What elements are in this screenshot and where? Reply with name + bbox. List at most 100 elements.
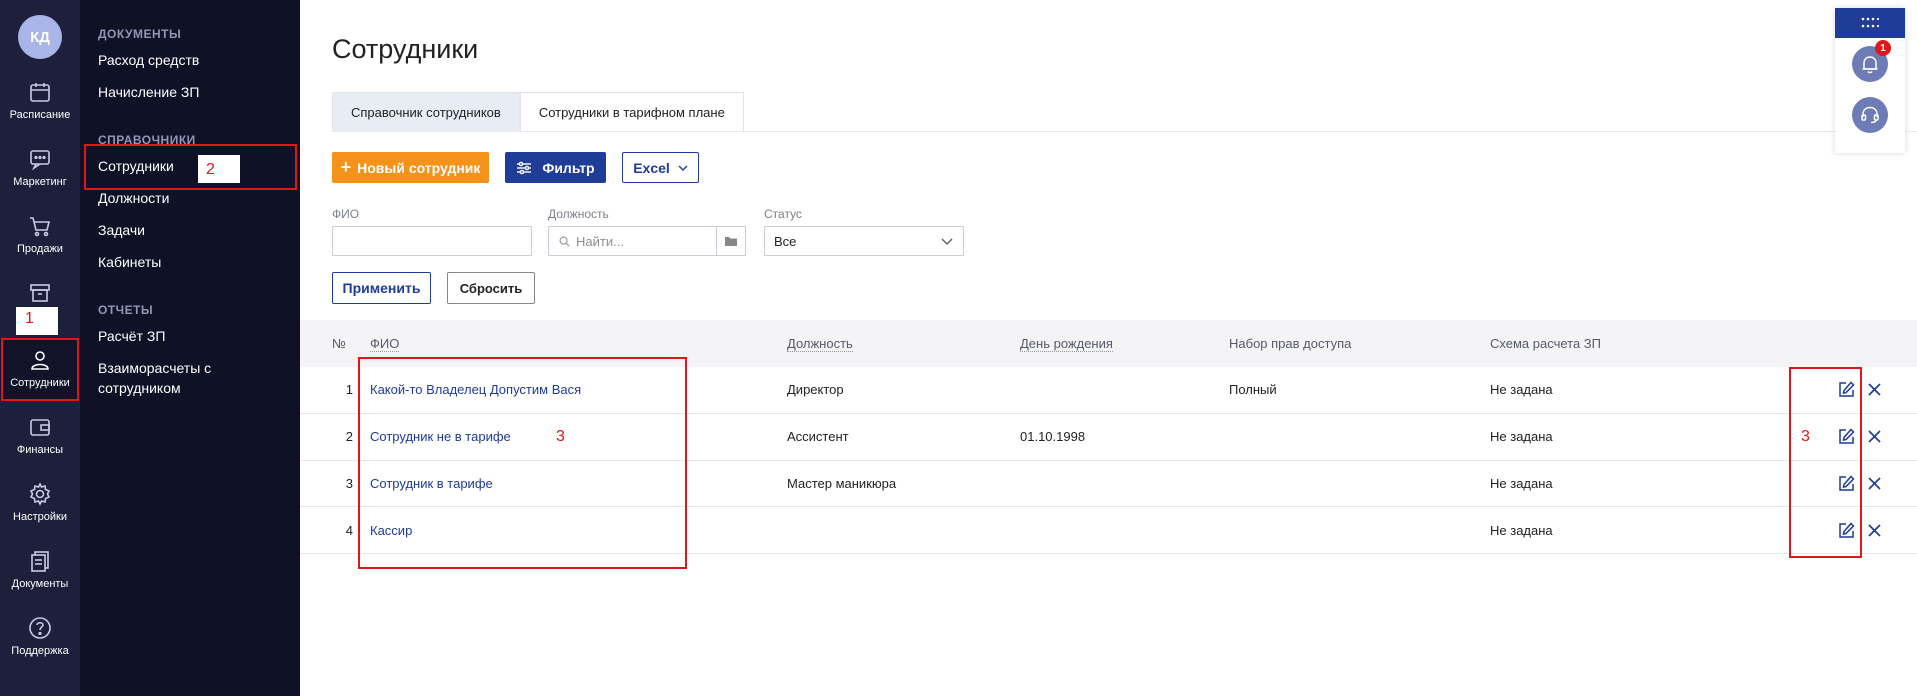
column-header-birthday[interactable]: День рождения: [1020, 336, 1113, 352]
bell-icon: [1862, 56, 1878, 74]
rail-item-marketing[interactable]: Маркетинг: [0, 147, 80, 188]
folder-icon: [725, 237, 737, 246]
employee-salary-scheme: Не задана: [1490, 523, 1553, 538]
cart-icon: [30, 217, 51, 237]
new-employee-label: Новый сотрудник: [357, 159, 481, 176]
gear-icon: [29, 482, 51, 506]
close-icon[interactable]: [1867, 382, 1882, 397]
employee-salary-scheme: Не задана: [1490, 476, 1553, 491]
filter-label: Фильтр: [542, 159, 595, 176]
row-number: 2: [345, 429, 353, 444]
new-employee-button[interactable]: + Новый сотрудник: [332, 152, 489, 183]
chevron-down-icon: [941, 238, 953, 245]
filter-button[interactable]: Фильтр: [505, 152, 606, 183]
submenu-item-salary-accrual[interactable]: Начисление ЗП: [98, 84, 199, 100]
row-number: 4: [345, 523, 353, 538]
submenu-item-positions[interactable]: Должности: [98, 190, 169, 206]
tab-employee-directory[interactable]: Справочник сотрудников: [332, 92, 520, 132]
apply-button[interactable]: Применить: [332, 272, 431, 304]
employee-salary-scheme: Не задана: [1490, 382, 1553, 397]
annotation-highlight-name-column: [358, 357, 687, 569]
fio-filter-input[interactable]: [332, 226, 532, 256]
status-filter-label: Статус: [764, 207, 802, 221]
row-number: 3: [345, 476, 353, 491]
notification-badge: 1: [1875, 40, 1891, 56]
fio-filter-label: ФИО: [332, 207, 360, 221]
rail-item-settings[interactable]: Настройки: [0, 482, 80, 523]
tab-bar: Справочник сотрудников Сотрудники в тари…: [332, 92, 744, 132]
rail-item-support[interactable]: Поддержка: [0, 616, 80, 657]
excel-dropdown[interactable]: Excel: [622, 152, 699, 183]
headset-icon: [1861, 106, 1879, 124]
annotation-highlight-employees-submenu: [84, 144, 297, 190]
employee-position: Директор: [787, 382, 844, 397]
column-header-name[interactable]: ФИО: [370, 336, 400, 352]
position-filter-label: Должность: [548, 207, 609, 221]
rail-item-archive[interactable]: [0, 281, 80, 310]
rail-item-sales[interactable]: Продажи: [0, 214, 80, 255]
annotation-number-1: 1: [25, 310, 34, 327]
column-header-access-rights: Набор прав доступа: [1229, 336, 1352, 351]
rail-item-documents[interactable]: Документы: [0, 549, 80, 590]
row-number: 1: [345, 382, 353, 397]
submenu-item-cabinets[interactable]: Кабинеты: [98, 254, 161, 270]
submenu: ДОКУМЕНТЫ Расход средств Начисление ЗП С…: [80, 0, 300, 696]
employee-position: Мастер маникюра: [787, 476, 897, 491]
page-title: Сотрудники: [332, 34, 479, 64]
employee-birthday: 01.10.1998: [1020, 429, 1086, 444]
close-icon[interactable]: [1867, 523, 1882, 538]
submenu-item-salary-calc[interactable]: Расчёт ЗП: [98, 328, 165, 344]
rail-label: Настройки: [13, 511, 67, 523]
position-search-input[interactable]: Найти...: [548, 226, 717, 256]
apps-grid-button[interactable]: [1835, 8, 1905, 38]
plus-icon: +: [340, 157, 352, 177]
submenu-item-tasks[interactable]: Задачи: [98, 222, 145, 238]
submenu-item-settlements[interactable]: Взаиморасчеты с: [98, 360, 211, 376]
rail-label: Маркетинг: [13, 176, 67, 188]
employee-access-rights: Полный: [1229, 382, 1277, 397]
column-header-salary-scheme: Схема расчета ЗП: [1490, 336, 1601, 351]
position-catalog-button[interactable]: [716, 226, 746, 256]
rail-label: Продажи: [17, 243, 63, 255]
wallet-icon: [30, 419, 50, 436]
archive-icon: [30, 284, 50, 302]
annotation-number-3: 3: [556, 428, 565, 445]
documents-icon: [31, 551, 49, 572]
annotation-highlight-edit-column: [1789, 367, 1862, 558]
submenu-item-settlements-cont[interactable]: сотрудником: [98, 380, 181, 396]
rail-label: Документы: [11, 578, 69, 590]
position-search-placeholder: Найти...: [576, 233, 624, 249]
annotation-highlight-employees-rail: [1, 338, 79, 401]
submenu-item-expenses[interactable]: Расход средств: [98, 52, 199, 68]
column-header-position[interactable]: Должность: [787, 336, 853, 352]
avatar[interactable]: КД: [18, 15, 62, 59]
chevron-down-icon: [678, 165, 688, 171]
calendar-icon: [30, 83, 50, 102]
close-icon[interactable]: [1867, 476, 1882, 491]
section-header-reports: ОТЧЕТЫ: [98, 303, 154, 317]
status-select-value: Все: [774, 233, 797, 249]
rail-label: Финансы: [16, 444, 64, 456]
sliders-icon: [517, 161, 532, 174]
search-icon: [559, 236, 570, 247]
annotation-number-3-actions: 3: [1801, 428, 1810, 445]
excel-label: Excel: [633, 159, 670, 176]
grid-icon: [1861, 17, 1879, 28]
rail-item-schedule[interactable]: Расписание: [0, 80, 80, 121]
reset-button[interactable]: Сбросить: [447, 272, 535, 304]
chat-icon: [30, 150, 50, 171]
rail-label: Поддержка: [11, 645, 69, 657]
tab-employees-in-plan[interactable]: Сотрудники в тарифном плане: [519, 92, 744, 132]
column-header-number: №: [332, 336, 346, 351]
close-icon[interactable]: [1867, 429, 1882, 444]
employee-salary-scheme: Не задана: [1490, 429, 1553, 444]
support-headset-button[interactable]: [1852, 97, 1888, 133]
section-header-documents: ДОКУМЕНТЫ: [98, 27, 182, 41]
rail-label: Расписание: [9, 109, 71, 121]
tabs-divider: [332, 131, 1917, 132]
quick-actions-panel: 1: [1835, 8, 1905, 153]
status-select[interactable]: Все: [764, 226, 964, 256]
help-icon: [29, 617, 51, 639]
rail-item-finance[interactable]: Финансы: [0, 415, 80, 456]
employee-position: Ассистент: [787, 429, 849, 444]
